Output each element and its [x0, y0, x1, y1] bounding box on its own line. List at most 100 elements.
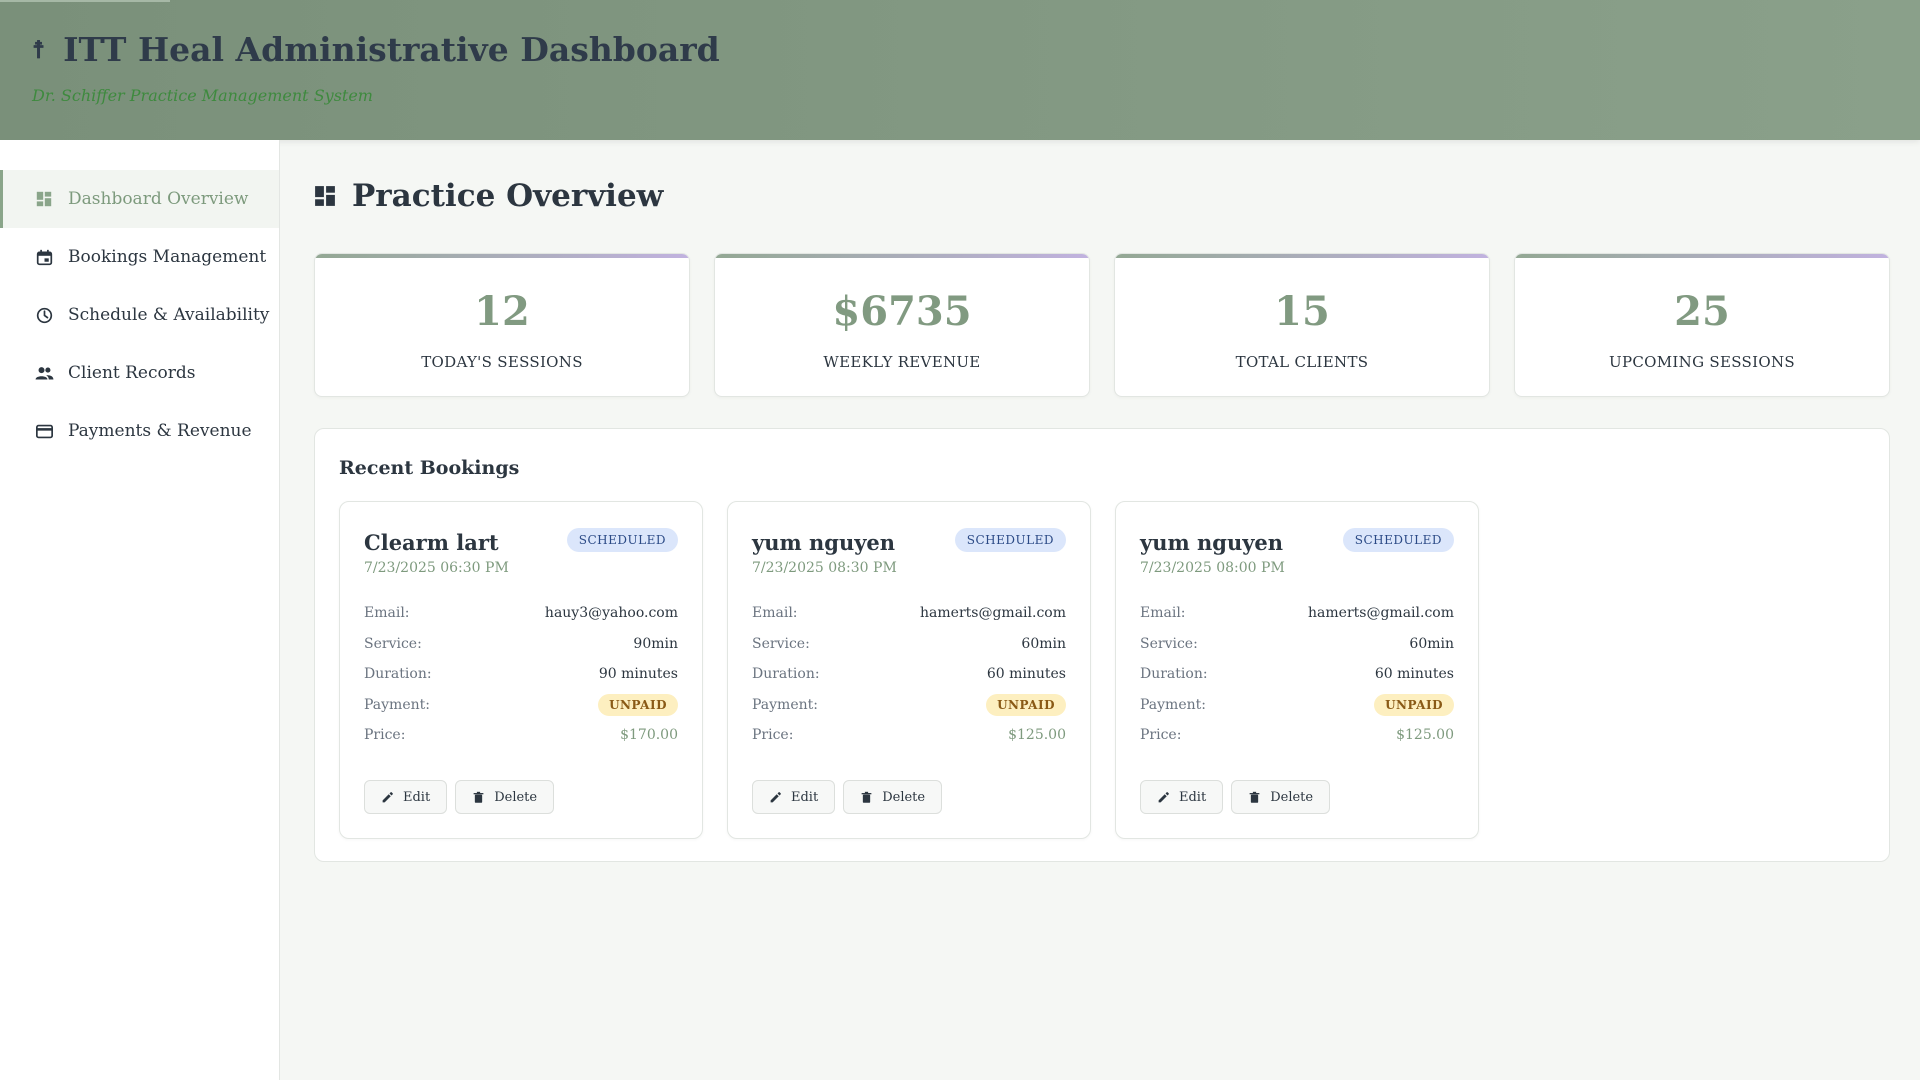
page-title-text: Practice Overview [352, 178, 664, 214]
payment-status-badge: UNPAID [598, 693, 678, 716]
stat-card-todays-sessions: 12 TODAY'S SESSIONS [314, 253, 690, 397]
trash-icon [861, 791, 872, 803]
sidebar-item-client-records[interactable]: Client Records [0, 344, 279, 402]
detail-row-price: Price: $125.00 [1140, 720, 1454, 751]
detail-row-service: Service: 90min [364, 629, 678, 660]
detail-row-payment: Payment: UNPAID [752, 690, 1066, 721]
sidebar-item-label: Dashboard Overview [68, 189, 249, 209]
delete-button-label: Delete [882, 789, 926, 805]
payment-status-badge: UNPAID [986, 693, 1066, 716]
sidebar-item-schedule-availability[interactable]: Schedule & Availability [0, 286, 279, 344]
field-label: Duration: [1140, 666, 1208, 683]
booking-actions: Edit Delete [1140, 780, 1331, 814]
service-value: 60min [1021, 635, 1066, 652]
pencil-icon [382, 791, 393, 802]
stat-value: 25 [1674, 288, 1730, 335]
detail-row-email: Email: hamerts@gmail.com [1140, 598, 1454, 629]
detail-row-duration: Duration: 90 minutes [364, 659, 678, 690]
detail-row-payment: Payment: UNPAID [364, 690, 678, 721]
header-bar: ☨ ITT Heal Administrative Dashboard Dr. … [0, 0, 1920, 140]
detail-row-service: Service: 60min [752, 629, 1066, 660]
stat-card-total-clients: 15 TOTAL CLIENTS [1114, 253, 1490, 397]
field-label: Price: [1140, 727, 1182, 744]
dashboard-icon [34, 189, 54, 209]
field-label: Email: [1140, 605, 1186, 622]
booking-details: Email: hamerts@gmail.com Service: 60min Du… [752, 598, 1066, 751]
field-label: Duration: [752, 666, 820, 683]
edit-button[interactable]: Edit [364, 780, 448, 814]
booking-datetime: 7/23/2025 06:30 PM [364, 560, 509, 576]
email-value: hauy3@yahoo.com [544, 605, 678, 622]
sidebar-item-bookings-management[interactable]: Bookings Management [0, 228, 279, 286]
trash-icon [1249, 791, 1260, 803]
booking-list: Clearm lart SCHEDULED 7/23/2025 06:30 PM… [339, 501, 1479, 839]
booking-actions: Edit Delete [752, 780, 943, 814]
sidebar-item-dashboard-overview[interactable]: Dashboard Overview [0, 170, 279, 228]
stat-label: TODAY'S SESSIONS [421, 353, 583, 371]
client-name: Clearm lart [364, 530, 499, 555]
detail-row-email: Email: hamerts@gmail.com [752, 598, 1066, 629]
main-content: Practice Overview 12 TODAY'S SESSIONS $6… [280, 140, 1920, 1080]
stat-label: WEEKLY REVENUE [823, 353, 981, 371]
detail-row-email: Email: hauy3@yahoo.com [364, 598, 678, 629]
header-top-accent [0, 0, 170, 2]
delete-button[interactable]: Delete [1231, 780, 1331, 814]
service-value: 60min [1409, 635, 1454, 652]
booking-details: Email: hauy3@yahoo.com Service: 90min Dura… [364, 598, 678, 751]
detail-row-price: Price: $170.00 [364, 720, 678, 751]
field-label: Payment: [364, 696, 430, 713]
delete-button[interactable]: Delete [455, 780, 555, 814]
stat-card-upcoming-sessions: 25 UPCOMING SESSIONS [1514, 253, 1890, 397]
delete-button[interactable]: Delete [843, 780, 943, 814]
status-badge: SCHEDULED [1342, 528, 1454, 552]
dashboard-icon [315, 186, 335, 206]
email-value: hamerts@gmail.com [920, 605, 1066, 622]
field-label: Duration: [364, 666, 432, 683]
edit-button[interactable]: Edit [752, 780, 836, 814]
field-label: Service: [1140, 635, 1198, 652]
field-label: Price: [364, 727, 406, 744]
booking-datetime: 7/23/2025 08:30 PM [752, 560, 897, 576]
field-label: Price: [752, 727, 794, 744]
edit-button-label: Edit [403, 789, 431, 805]
field-label: Service: [364, 635, 422, 652]
stat-value: $6735 [832, 288, 972, 335]
stat-value: 15 [1274, 288, 1330, 335]
cross-icon: ☨ [32, 35, 46, 64]
recent-bookings-panel: Recent Bookings Clearm lart SCHEDULED 7/… [314, 428, 1890, 862]
edit-button[interactable]: Edit [1140, 780, 1224, 814]
client-name: yum nguyen [752, 530, 896, 555]
delete-button-label: Delete [494, 789, 538, 805]
sidebar: Dashboard Overview Bookings Management S… [0, 140, 280, 1080]
client-name: yum nguyen [1140, 530, 1284, 555]
sidebar-item-label: Schedule & Availability [68, 305, 270, 325]
edit-button-label: Edit [791, 789, 819, 805]
stat-label: TOTAL CLIENTS [1235, 353, 1369, 371]
field-label: Payment: [752, 696, 818, 713]
calendar-icon [34, 247, 54, 267]
service-value: 90min [633, 635, 678, 652]
edit-button-label: Edit [1179, 789, 1207, 805]
field-label: Email: [752, 605, 798, 622]
field-label: Email: [364, 605, 410, 622]
detail-row-duration: Duration: 60 minutes [752, 659, 1066, 690]
price-value: $170.00 [620, 727, 678, 744]
detail-row-price: Price: $125.00 [752, 720, 1066, 751]
stat-card-weekly-revenue: $6735 WEEKLY REVENUE [714, 253, 1090, 397]
app-subtitle: Dr. Schiffer Practice Management System [32, 86, 373, 105]
people-icon [34, 363, 54, 383]
stat-value: 12 [474, 288, 530, 335]
sidebar-item-payments-revenue[interactable]: Payments & Revenue [0, 402, 279, 460]
sidebar-item-label: Payments & Revenue [68, 421, 252, 441]
pencil-icon [770, 791, 781, 802]
page-title: Practice Overview [314, 178, 663, 214]
app-title-text: ITT Heal Administrative Dashboard [63, 30, 720, 69]
sidebar-item-label: Client Records [68, 363, 196, 383]
booking-card: yum nguyen SCHEDULED 7/23/2025 08:00 PM … [1115, 501, 1479, 839]
detail-row-payment: Payment: UNPAID [1140, 690, 1454, 721]
detail-row-service: Service: 60min [1140, 629, 1454, 660]
duration-value: 60 minutes [1374, 666, 1454, 683]
booking-card: yum nguyen SCHEDULED 7/23/2025 08:30 PM … [727, 501, 1091, 839]
payment-status-badge: UNPAID [1374, 693, 1454, 716]
field-label: Payment: [1140, 696, 1206, 713]
